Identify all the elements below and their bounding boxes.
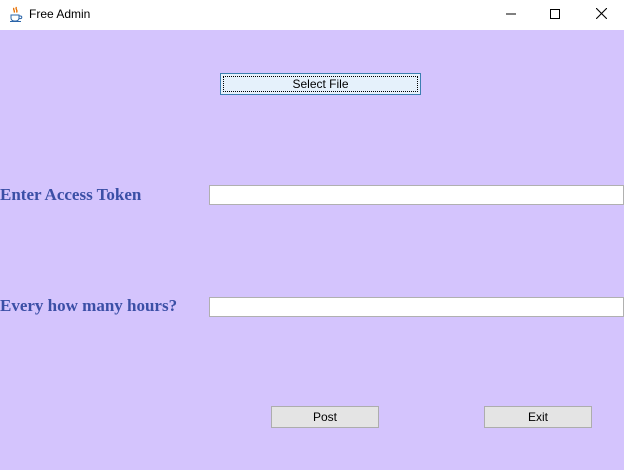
minimize-button[interactable] [488,0,534,30]
access-token-field[interactable] [209,185,624,205]
post-label: Post [312,410,337,424]
post-button[interactable]: Post [271,406,379,428]
exit-label: Exit [527,410,548,424]
select-file-button[interactable]: Select File [220,73,421,95]
hours-field[interactable] [209,297,624,317]
hours-label: Every how many hours? [0,296,178,315]
app-window: Free Admin Select File Enter Access Toke… [0,0,624,470]
window-title: Free Admin [29,7,91,21]
close-icon [595,6,607,24]
title-bar[interactable]: Free Admin [0,0,624,30]
minimize-icon [506,6,516,24]
java-cup-icon [8,6,24,22]
exit-button[interactable]: Exit [484,406,592,428]
maximize-button[interactable] [532,0,578,30]
focus-indicator [223,76,418,92]
content-panel: Select File Enter Access Token Every how… [0,30,624,470]
maximize-icon [550,6,560,24]
access-token-label: Enter Access Token [0,185,142,204]
close-button[interactable] [578,0,624,30]
